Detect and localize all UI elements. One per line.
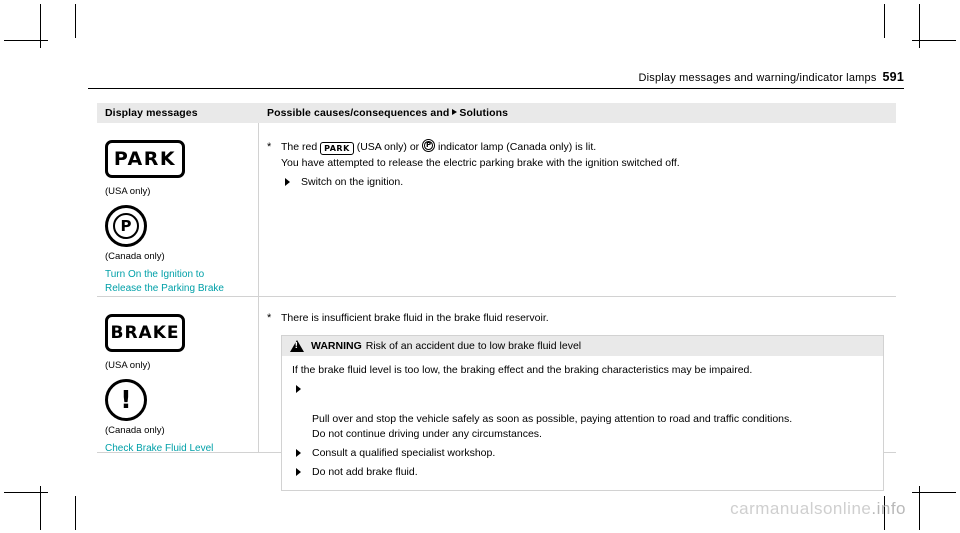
row2-cause-body: There is insufficient brake fluid in the…	[281, 312, 549, 324]
crop-mark-top-left-v	[40, 4, 41, 48]
warning-bullet: Consult a qualified specialist workshop.	[292, 446, 873, 461]
warning-title: WARNING	[311, 340, 362, 352]
table-header-row: Display messages Possible causes/consequ…	[97, 103, 896, 123]
crop-mark-top-right-h	[912, 40, 956, 41]
watermark: carmanualsonline.info	[730, 499, 906, 519]
row1-cause-line2: You have attempted to release the electr…	[281, 157, 680, 169]
row1-symbol-column: PARK (USA only) P (Canada only) Turn On …	[97, 123, 259, 296]
row1-content-column: * The red PARK (USA only) or indicator l…	[267, 123, 896, 296]
column-header-solutions-text: Solutions	[459, 107, 509, 119]
page-number: 591	[882, 70, 904, 84]
row2-content-column: * There is insufficient brake fluid in t…	[267, 297, 896, 491]
row1-cause-paragraph: * The red PARK (USA only) or indicator l…	[267, 139, 884, 190]
warning-header: WARNING Risk of an accident due to low b…	[282, 336, 883, 356]
crop-mark-bottom-right-h	[912, 492, 956, 493]
brake-warning-exclamation: !	[120, 384, 132, 414]
park-usa-caption: (USA only)	[105, 186, 151, 197]
warning-triangle-icon	[290, 340, 304, 352]
crop-mark-top-right-v	[919, 4, 920, 48]
crop-mark-top-left2-v	[75, 4, 76, 38]
header-divider	[88, 88, 904, 89]
table-row: PARK (USA only) P (Canada only) Turn On …	[97, 123, 896, 297]
crop-mark-top-right2-v	[884, 4, 885, 38]
park-brake-circle-icon: P	[105, 205, 147, 247]
row2-symbol-column: BRAKE (USA only) ! (Canada only) Check B…	[97, 297, 259, 454]
watermark-text: carmanualsonline	[730, 499, 872, 518]
park-symbol-usa: PARK	[105, 140, 185, 178]
warning-bullet: Pull over and stop the vehicle safely as…	[292, 382, 873, 442]
park-symbol-canada: P	[105, 205, 147, 247]
park-brake-p-letter: P	[113, 213, 139, 239]
row2-display-message-text: Check Brake Fluid Level	[105, 443, 214, 454]
row1-cause-body: The red PARK (USA only) or indicator lam…	[281, 139, 884, 190]
arrow-right-icon	[296, 449, 301, 457]
table-row: BRAKE (USA only) ! (Canada only) Check B…	[97, 297, 896, 491]
column-header-causes-text: Possible causes/consequences and	[267, 107, 450, 119]
brake-lamp-icon: BRAKE	[105, 314, 185, 352]
brake-symbol-usa: BRAKE	[105, 314, 185, 352]
inline-park-icon: PARK	[320, 142, 354, 155]
row1-display-message: Turn On the Ignition to Release the Park…	[105, 268, 224, 296]
brake-lamp-label: BRAKE	[110, 323, 180, 343]
warning-body: If the brake fluid level is too low, the…	[282, 356, 883, 490]
crop-mark-top-left-h	[4, 40, 48, 41]
warning-bullet: Do not add brake fluid.	[292, 465, 873, 480]
brake-usa-caption: (USA only)	[105, 360, 151, 371]
row1-display-message-text: Turn On the Ignition to Release the Park…	[105, 269, 224, 294]
park-lamp-icon: PARK	[105, 140, 185, 178]
arrow-right-icon	[296, 468, 301, 476]
arrow-right-icon	[452, 109, 458, 115]
inline-park-brake-circle-icon	[422, 139, 436, 152]
brake-symbol-canada: !	[105, 379, 147, 421]
footnote-star-icon: *	[267, 141, 272, 153]
crop-mark-bottom-left-h	[4, 492, 48, 493]
column-header-display-messages: Display messages	[105, 107, 198, 119]
arrow-right-icon	[296, 385, 301, 393]
row1-solution-text: Switch on the ignition.	[301, 176, 404, 188]
warning-bullet-text: Pull over and stop the vehicle safely as…	[312, 413, 793, 440]
row1-cause-text-2: (USA only) or	[356, 141, 420, 153]
warning-subtitle: Risk of an accident due to low brake flu…	[365, 340, 582, 352]
warning-box: WARNING Risk of an accident due to low b…	[281, 335, 884, 491]
row1-cause-text-3: indicator lamp (Canada only) is lit.	[438, 141, 597, 153]
park-canada-caption: (Canada only)	[105, 251, 165, 262]
watermark-suffix: .info	[871, 499, 906, 518]
row1-cause-line1: The red PARK (USA only) or indicator lam…	[281, 139, 884, 155]
warning-bullet-text: Do not add brake fluid.	[312, 466, 418, 478]
park-lamp-label: PARK	[113, 148, 177, 170]
row1-solution-bullet: Switch on the ignition.	[281, 175, 884, 190]
row1-cause-text-1: The red	[281, 141, 318, 153]
column-header-causes-solutions: Possible causes/consequences and Solution…	[267, 107, 508, 119]
running-title: Display messages and warning/indicator l…	[638, 72, 877, 84]
footnote-star-icon: *	[267, 312, 272, 324]
crop-mark-bottom-left2-v	[75, 496, 76, 530]
warning-bullet-text: Consult a qualified specialist workshop.	[312, 447, 496, 459]
row2-cause-paragraph: * There is insufficient brake fluid in t…	[267, 310, 884, 326]
display-messages-table: Display messages Possible causes/consequ…	[97, 103, 896, 491]
row2-display-message: Check Brake Fluid Level	[105, 442, 213, 456]
brake-canada-caption: (Canada only)	[105, 425, 165, 436]
arrow-right-icon	[285, 178, 290, 186]
brake-warning-circle-icon: !	[105, 379, 147, 421]
warning-body-text: If the brake fluid level is too low, the…	[292, 364, 753, 376]
running-header: Display messages and warning/indicator l…	[638, 70, 904, 84]
